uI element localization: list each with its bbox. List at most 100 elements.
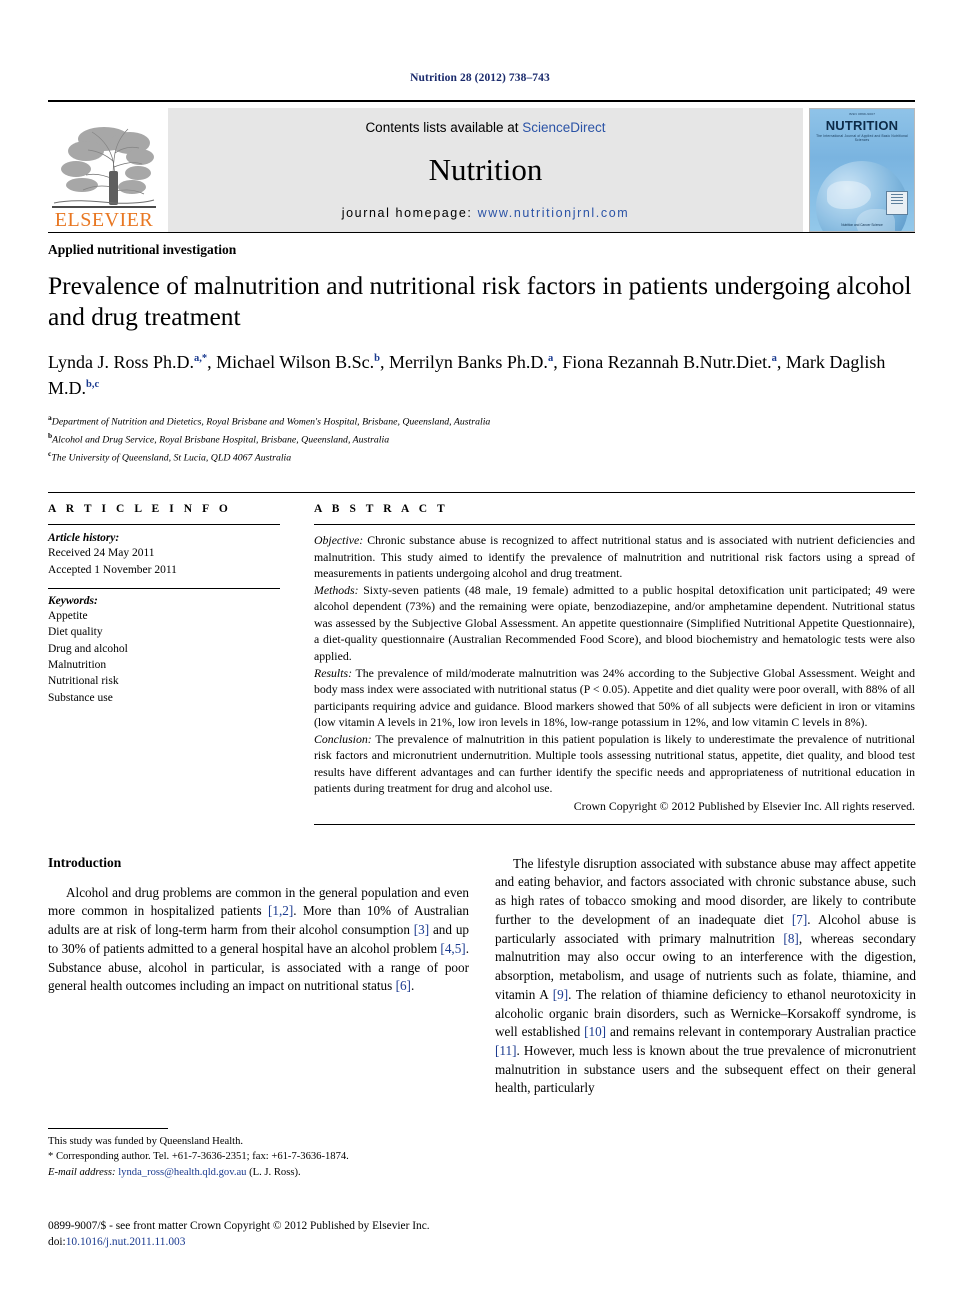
citation-ref[interactable]: [11] <box>495 1043 516 1058</box>
keyword-item: Diet quality <box>48 626 103 639</box>
homepage-prefix: journal homepage: <box>341 206 478 220</box>
footnote-rule <box>48 1128 168 1129</box>
abstract-bottom-rule <box>314 823 915 825</box>
affiliation-line: cThe University of Queensland, St Lucia,… <box>48 448 915 466</box>
running-head: Nutrition 28 (2012) 738–743 <box>410 72 550 84</box>
author-affiliation-mark: a <box>771 352 777 364</box>
abstract-objective-label: Objective: <box>314 533 364 548</box>
cover-publisher-badge <box>886 191 908 215</box>
article-title: Prevalence of malnutrition and nutrition… <box>48 271 912 332</box>
keyword-item: Nutritional risk <box>48 675 119 688</box>
keywords-title: Keywords: <box>48 595 98 608</box>
cover-issn-label: ISSN 0899-9007 <box>848 112 876 116</box>
intro-paragraph-left: Alcohol and drug problems are common in … <box>48 884 469 996</box>
citation-ref[interactable]: [1,2] <box>268 903 293 918</box>
keywords-lines: Appetite Diet quality Drug and alcohol Maln… <box>48 608 280 706</box>
abstract-results-label: Results: <box>314 665 353 680</box>
affiliation-list: aDepartment of Nutrition and Dietetics, … <box>48 412 915 466</box>
info-abstract-region: A R T I C L E I N F O Article history: R… <box>48 492 915 825</box>
journal-masthead: ELSEVIER Contents lists available at Sci… <box>48 100 915 232</box>
keyword-item: Malnutrition <box>48 659 107 672</box>
keyword-item: Substance use <box>48 691 113 704</box>
abstract-conclusion-text: The prevalence of malnutrition in this p… <box>314 731 915 796</box>
email-suffix: (L. J. Ross). <box>246 1166 301 1178</box>
body-left-column: Introduction Alcohol and drug problems a… <box>48 855 469 1099</box>
journal-cover-thumbnail: ISSN 0899-9007 NUTRITION The Internation… <box>809 108 915 232</box>
author-affiliation-mark: b <box>374 352 380 364</box>
abstract-results-text: The prevalence of mild/moderate malnutri… <box>314 665 915 730</box>
abstract-conclusion: Conclusion: The prevalence of malnutriti… <box>314 731 915 797</box>
article-info-rule <box>48 524 280 526</box>
elsevier-tree-icon <box>52 117 156 209</box>
cover-subtitle: The International Journal of Applied and… <box>816 134 908 142</box>
citation-ref[interactable]: [6] <box>396 978 411 993</box>
paragraph-text: and remains relevant in contemporary Aus… <box>606 1024 916 1040</box>
paragraph-text: . <box>410 978 415 994</box>
abstract-label: A B S T R A C T <box>314 503 449 516</box>
affiliation-line: aDepartment of Nutrition and Dietetics, … <box>48 412 915 430</box>
affiliation-text: Alcohol and Drug Service, Royal Brisbane… <box>52 434 390 446</box>
doi-link[interactable]: 10.1016/j.nut.2011.11.003 <box>66 1236 186 1248</box>
elsevier-wordmark: ELSEVIER <box>54 209 154 231</box>
citation-ref[interactable]: [7] <box>792 912 807 927</box>
footnotes-block: This study was funded by Queensland Heal… <box>48 1128 469 1180</box>
email-label: E-mail address: <box>48 1166 116 1178</box>
affiliation-text: Department of Nutrition and Dietetics, R… <box>51 416 491 428</box>
author-list: Lynda J. Ross Ph.D.a,*, Michael Wilson B… <box>48 351 886 398</box>
author-affiliation-mark: a <box>547 352 554 364</box>
body-right-column: The lifestyle disruption associated with… <box>495 855 916 1099</box>
article-info-label: A R T I C L E I N F O <box>48 503 232 516</box>
citation-ref[interactable]: [9] <box>553 987 568 1002</box>
cover-footer-text: Nutrition and Cancer Science <box>841 223 883 227</box>
abstract-methods-text: Sixty-seven patients (48 male, 19 female… <box>314 582 915 663</box>
citation-ref[interactable]: [10] <box>584 1024 606 1039</box>
citation-ref[interactable]: [4,5] <box>440 941 465 956</box>
journal-name: Nutrition <box>428 152 543 187</box>
abstract-objective: Objective: Chronic substance abuse is re… <box>314 532 915 582</box>
abstract-conclusion-label: Conclusion: <box>314 731 372 746</box>
citation-ref[interactable]: [3] <box>414 922 429 937</box>
article-header: Applied nutritional investigation Preval… <box>48 232 915 466</box>
intro-paragraph-right: The lifestyle disruption associated with… <box>495 855 916 1099</box>
keyword-item: Drug and alcohol <box>48 642 128 655</box>
article-history-title: Article history: <box>48 532 120 545</box>
author-name: Lynda J. Ross Ph.D. <box>48 351 195 372</box>
contents-prefix: Contents lists available at <box>365 120 523 135</box>
cover-journal-title: NUTRITION <box>825 118 899 133</box>
abstract-methods: Methods: Sixty-seven patients (48 male, … <box>314 582 915 665</box>
funding-note: This study was funded by Queensland Heal… <box>48 1136 244 1147</box>
doi-prefix: doi: <box>48 1236 66 1249</box>
contents-lists-line: Contents lists available at ScienceDirec… <box>365 120 605 135</box>
paragraph-text: . However, much less is known about the … <box>495 1042 916 1096</box>
citation-ref[interactable]: [8] <box>783 931 798 946</box>
email-link[interactable]: lynda_ross@health.qld.gov.au <box>118 1167 246 1178</box>
journal-homepage-line: journal homepage: www.nutritionjrnl.com <box>342 206 630 220</box>
footer-block: 0899-9007/$ - see front matter Crown Cop… <box>48 1218 748 1250</box>
sciencedirect-link[interactable]: ScienceDirect <box>522 120 605 135</box>
article-history-line: Accepted 1 November 2011 <box>48 563 177 576</box>
author-affiliation-mark: b,c <box>86 378 100 390</box>
affiliation-line: bAlcohol and Drug Service, Royal Brisban… <box>48 430 915 448</box>
masthead-center-band: Contents lists available at ScienceDirec… <box>168 108 803 232</box>
article-info-column: A R T I C L E I N F O Article history: R… <box>48 503 280 824</box>
homepage-url-link[interactable]: www.nutritionjrnl.com <box>478 206 630 220</box>
article-section-kind: Applied nutritional investigation <box>48 242 237 257</box>
journal-article-page: Nutrition 28 (2012) 738–743 ELSEVIER Con… <box>0 0 960 1290</box>
abstract-rule <box>314 524 915 526</box>
keyword-item: Appetite <box>48 610 88 623</box>
abstract-results: Results: The prevalence of mild/moderate… <box>314 665 915 731</box>
keywords-block: Keywords: Appetite Diet quality Drug and a… <box>48 588 280 706</box>
introduction-heading: Introduction <box>48 854 122 870</box>
corresponding-author-note: * Corresponding author. Tel. +61-7-3636-… <box>48 1151 349 1163</box>
abstract-column: A B S T R A C T Objective: Chronic subst… <box>314 503 915 825</box>
article-history-lines: Received 24 May 2011 Accepted 1 November … <box>48 545 280 578</box>
author-name: Michael Wilson B.Sc. <box>216 351 375 372</box>
author-affiliation-mark: a,* <box>194 352 208 364</box>
abstract-methods-label: Methods: <box>314 582 359 597</box>
doi-line: doi:10.1016/j.nut.2011.11.003 <box>48 1234 748 1250</box>
affiliation-text: The University of Queensland, St Lucia, … <box>51 452 292 464</box>
elsevier-logo: ELSEVIER <box>48 108 160 232</box>
abstract-objective-text: Chronic substance abuse is recognized to… <box>314 533 915 581</box>
author-name: Merrilyn Banks Ph.D. <box>388 351 548 372</box>
body-columns: Introduction Alcohol and drug problems a… <box>48 855 916 1099</box>
